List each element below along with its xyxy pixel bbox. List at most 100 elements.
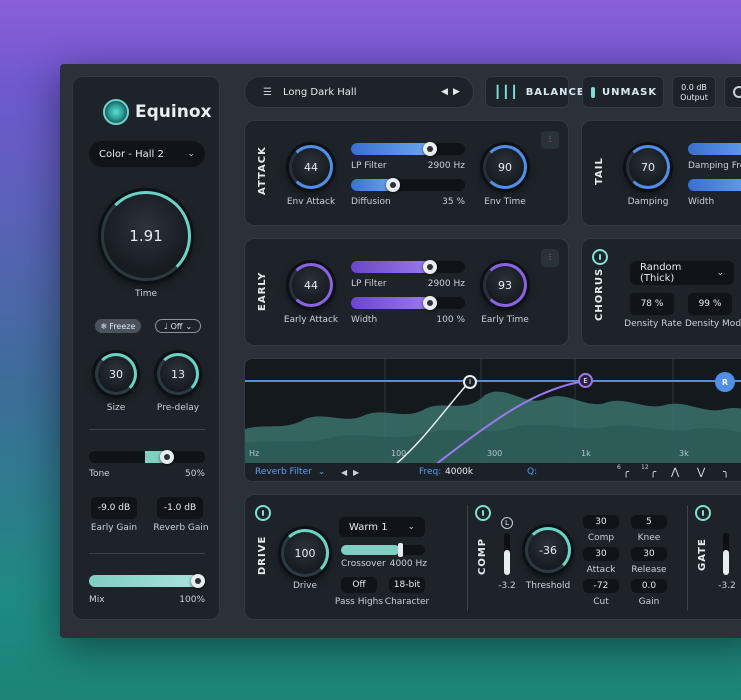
divider [89,553,205,554]
note-icon: ♩ [163,321,168,331]
crossover-value: 4000 Hz [389,559,427,569]
early-lp-filter-slider[interactable] [351,260,465,274]
bell-icon[interactable]: ⋀ [671,467,679,478]
drive-power-icon[interactable] [255,505,271,521]
tone-slider[interactable] [89,450,205,464]
knee-value[interactable]: 5 [631,515,667,529]
reverb-gain-value[interactable]: -1.0 dB [157,497,203,519]
filter-select[interactable]: Reverb Filter ⌄ [255,467,325,477]
chevron-down-icon: ⌄ [407,522,415,532]
env-time-knob[interactable]: 90 [483,145,527,189]
comp-power-icon[interactable] [475,505,491,521]
time-knob[interactable]: 1.91 [101,191,191,281]
threshold-value: -36 [539,543,557,557]
predelay-label: Pre-delay [156,403,200,413]
filter-node-r-label: R [721,377,729,387]
filter-node-i[interactable]: I [463,375,477,389]
release-value[interactable]: 30 [631,547,667,561]
gate-power-icon[interactable] [695,505,711,521]
density-mod-value[interactable]: 99 % [688,293,732,315]
chorus-power-icon[interactable] [592,249,608,265]
early-width-slider[interactable] [351,296,465,310]
early-settings-icon[interactable]: ⫶ [541,249,559,267]
predelay-knob[interactable]: 13 [157,353,199,395]
filter-toolbar: Reverb Filter ⌄ ◀ ▶ Freq: 4000k Q: 6 ╭ 1… [245,463,741,481]
freeze-toggle[interactable]: ❄ Freeze [95,319,141,333]
cut-value[interactable]: -72 [583,579,619,593]
mix-slider-thumb[interactable] [191,574,205,588]
damping-freq-fill [688,143,741,155]
damping-knob[interactable]: 70 [626,145,670,189]
filter-node-e[interactable]: E [578,373,593,388]
diffusion-label: Diffusion [351,197,391,207]
search-icon [733,86,741,98]
diffusion-slider[interactable] [351,178,465,192]
mix-slider-fill [89,575,198,587]
freq-tick-1k: 1k [581,449,591,458]
size-knob[interactable]: 30 [95,353,137,395]
tail-title: TAIL [594,157,605,185]
comp-param-value[interactable]: 30 [583,515,619,529]
env-attack-knob[interactable]: 44 [289,145,333,189]
tone-slider-thumb[interactable] [160,450,174,464]
notch-icon[interactable]: ⋁ [697,467,705,478]
early-lp-filter-thumb[interactable] [423,260,437,274]
density-rate-value[interactable]: 78 % [630,293,674,315]
color-preset-dropdown[interactable]: Color - Hall 2 ⌄ [89,141,205,167]
previous-preset-icon[interactable]: ◀ [441,87,448,97]
drive-mode-dropdown[interactable]: Warm 1 ⌄ [339,517,425,537]
crossover-slider[interactable] [341,543,425,557]
early-width-thumb[interactable] [423,296,437,310]
attack-lp-filter-thumb[interactable] [423,142,437,156]
divider [687,505,688,611]
previous-filter-icon[interactable]: ◀ [341,468,347,477]
attack-value[interactable]: 30 [583,547,619,561]
sync-dropdown[interactable]: ♩ Off ⌄ [155,319,201,333]
next-filter-icon[interactable]: ▶ [353,468,359,477]
attack-lp-filter-slider[interactable] [351,142,465,156]
attack-lp-filter-fill [351,143,430,155]
list-icon[interactable]: ☰ [263,87,272,98]
mix-slider[interactable] [89,574,205,588]
early-time-knob[interactable]: 93 [483,263,527,307]
early-attack-knob[interactable]: 44 [289,263,333,307]
freq-value[interactable]: 4000k [445,467,473,477]
predelay-value: 13 [171,367,185,381]
early-gain-value[interactable]: -9.0 dB [91,497,137,519]
diffusion-thumb[interactable] [386,178,400,192]
reverb-filter-display[interactable]: I E R Hz 100 300 1k 3k Reverb Filter ⌄ ◀… [244,358,741,482]
crossover-thumb[interactable] [397,543,403,557]
early-width-value: 100 % [436,315,465,325]
threshold-label: Threshold [525,581,571,591]
lowcut-6-icon[interactable]: ╭ [623,467,629,478]
attack-settings-icon[interactable]: ⫶ [541,131,559,149]
output-gain[interactable]: 0.0 dB Output [672,76,716,108]
comp-param-label: Comp [587,533,615,543]
tail-width-slider[interactable] [688,179,741,191]
balance-button[interactable]: ┃┃┃ BALANCE [485,76,584,108]
unmask-button[interactable]: UNMASK [582,76,664,108]
comp-meter-channel-label: L [505,519,509,527]
threshold-knob[interactable]: -36 [525,527,571,573]
freq-tick-3k: 3k [679,449,689,458]
pass-highs-value[interactable]: Off [341,577,377,593]
lowcut-12-icon[interactable]: ╭ [650,467,656,478]
character-value[interactable]: 18-bit [389,577,425,593]
highcut-icon[interactable]: ╮ [723,467,729,478]
damping-freq-slider[interactable] [688,143,741,155]
equinox-logo-icon [103,99,129,125]
gain-value[interactable]: 0.0 [631,579,667,593]
preset-name[interactable]: Long Dark Hall [283,87,357,98]
gate-title: GATE [697,538,708,571]
next-preset-icon[interactable]: ▶ [453,87,460,97]
drive-knob[interactable]: 100 [281,529,329,577]
comp-title: COMP [477,537,488,575]
chorus-mode-dropdown[interactable]: Random (Thick) ⌄ [630,261,734,285]
filter-node-r[interactable]: R [715,372,735,392]
time-label: Time [134,289,158,299]
shape-12-label: 12 [641,464,649,471]
search-button[interactable] [724,76,741,108]
divider [467,505,468,611]
attack-lp-filter-label: LP Filter [351,161,387,171]
diffusion-value: 35 % [442,197,465,207]
